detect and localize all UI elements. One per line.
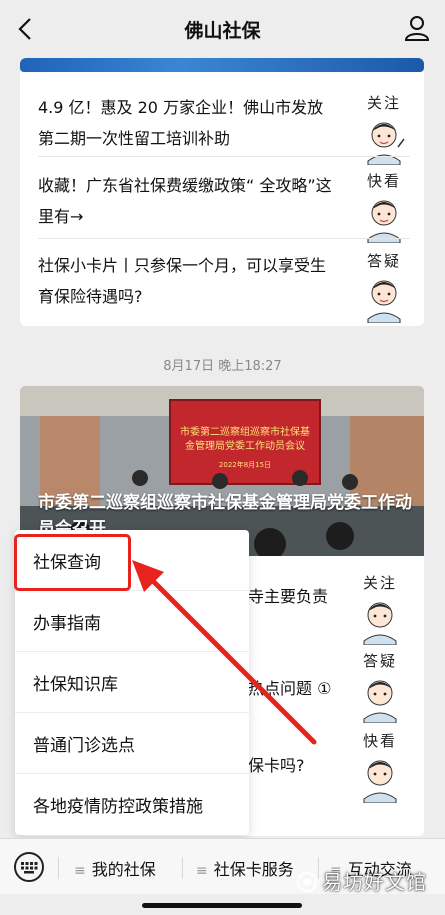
- cartoon-person-icon: [363, 602, 397, 646]
- article-thumbnail: 答疑: [354, 650, 406, 724]
- thumbnail-tag: 快看: [366, 172, 401, 190]
- tab-label: 我的社保: [91, 860, 156, 879]
- banner-date: 2022年8月15日: [218, 461, 272, 469]
- menu-item-knowledge-base[interactable]: 社保知识库: [15, 652, 249, 713]
- divider: [38, 156, 410, 157]
- thumbnail-tag: 关注: [366, 94, 401, 112]
- banner-text: 市委第二巡察组巡察市社保基金管理局党委工作动员会议: [180, 427, 310, 452]
- thumbnail-tag: 关注: [362, 574, 397, 592]
- cartoon-person-icon: [363, 760, 397, 804]
- article-thumbnail: 关注: [354, 572, 406, 646]
- menu-item-epidemic-policy[interactable]: 各地疫情防控政策措施: [15, 774, 249, 835]
- divider: [38, 238, 410, 239]
- menu-lines-icon: ≡: [74, 863, 86, 879]
- top-bar: 佛山社保: [0, 0, 445, 58]
- cartoon-person-icon: [367, 280, 401, 324]
- menu-item-label: 办事指南: [33, 614, 101, 634]
- article-title: 社保小卡片丨只参保一个月，可以享受生育保险待遇吗?: [38, 256, 327, 306]
- article-title: 收藏！广东省社保费缓缴政策“ 全攻略”这里有→: [38, 176, 332, 226]
- cartoon-person-icon: [367, 122, 405, 166]
- thumbnail-tag: 答疑: [366, 252, 401, 270]
- menu-item-label: 普通门诊选点: [33, 736, 135, 756]
- highlight-box: [14, 534, 131, 591]
- cartoon-person-icon: [367, 200, 401, 244]
- tab-label: 社保卡服务: [213, 860, 294, 879]
- person-icon[interactable]: [403, 14, 431, 42]
- divider: [182, 857, 183, 879]
- thumbnail-tag: 快看: [362, 732, 397, 750]
- message-timestamp: 8月17日 晚上18:27: [163, 359, 282, 374]
- cartoon-person-icon: [363, 680, 397, 724]
- thumbnail-tag: 答疑: [362, 652, 397, 670]
- menu-tab-card-service[interactable]: ≡ 社保卡服务: [196, 856, 294, 880]
- article-item[interactable]: 收藏！广东省社保费缓缴政策“ 全攻略”这里有→ 快看: [38, 166, 410, 246]
- article-title-partial: 寺主要负责: [248, 587, 329, 606]
- article-title-partial: 保卡吗?: [248, 756, 305, 775]
- menu-item-label: 社保知识库: [33, 675, 118, 695]
- page-title: 佛山社保: [184, 20, 261, 42]
- menu-lines-icon: ≡: [196, 863, 208, 879]
- menu-item-label: 各地疫情防控政策措施: [33, 797, 203, 817]
- watermark: 易坊好文馆: [296, 866, 427, 895]
- article-title: 4.9 亿！惠及 20 万家企业！佛山市发放第二期一次性留工培训补助: [38, 98, 324, 148]
- menu-item-clinic-selection[interactable]: 普通门诊选点: [15, 713, 249, 774]
- article-card: 4.9 亿！惠及 20 万家企业！佛山市发放第二期一次性留工培训补助 关注 收藏…: [20, 58, 424, 326]
- menu-tab-my-shebao[interactable]: ≡ 我的社保: [74, 856, 156, 880]
- watermark-logo-icon: [297, 872, 317, 892]
- article-item[interactable]: 4.9 亿！惠及 20 万家企业！佛山市发放第二期一次性留工培训补助 关注: [38, 88, 410, 170]
- menu-item-guide[interactable]: 办事指南: [15, 591, 249, 652]
- article-title-partial: 热点问题 ①: [248, 679, 332, 698]
- watermark-text: 易坊好文馆: [322, 870, 427, 894]
- article-thumbnail: 快看: [354, 730, 406, 804]
- cover-image-strip: [20, 58, 424, 72]
- article-thumbnail: 答疑: [358, 250, 410, 324]
- article-thumbnail: 快看: [358, 170, 410, 244]
- divider: [58, 857, 59, 879]
- article-thumbnail: 关注: [358, 92, 410, 166]
- home-indicator: [142, 903, 302, 908]
- keyboard-icon[interactable]: [13, 851, 45, 883]
- article-item[interactable]: 社保小卡片丨只参保一个月，可以享受生育保险待遇吗? 答疑: [38, 248, 410, 324]
